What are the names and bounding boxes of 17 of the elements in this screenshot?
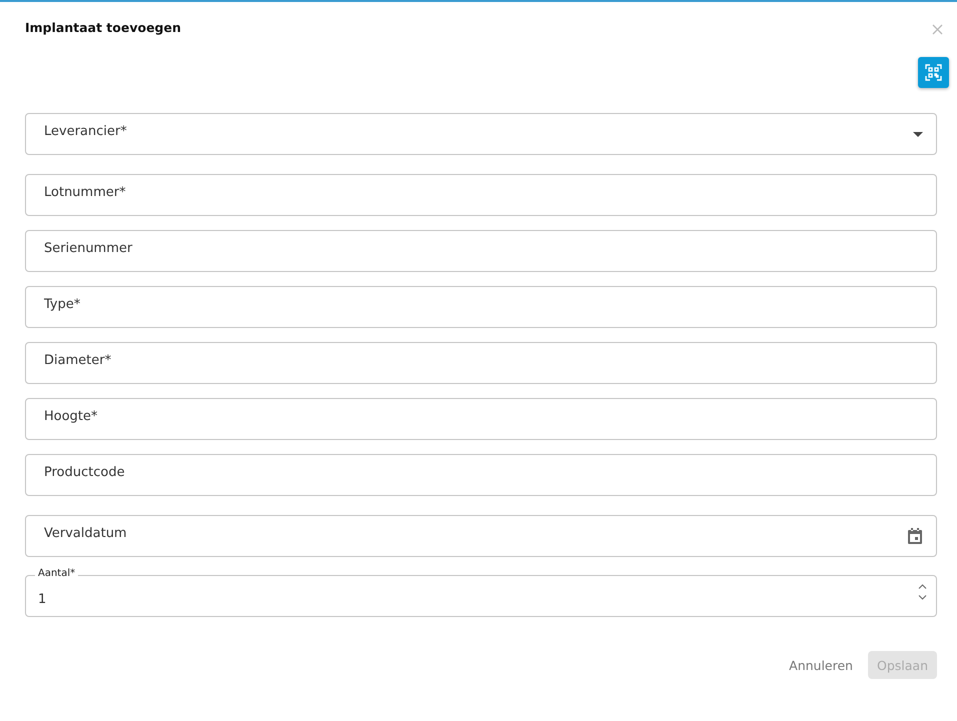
input-field[interactable]: Productcode — [25, 454, 937, 496]
input-field[interactable]: Serienummer — [25, 230, 937, 272]
caret-icon — [913, 132, 923, 136]
dialog-title: Implantaat toevoegen — [25, 19, 181, 35]
qr-code-icon — [925, 64, 942, 81]
input-field[interactable]: Lotnummer* — [25, 174, 937, 216]
cancel-button[interactable]: Annuleren — [780, 651, 862, 679]
input-field[interactable]: Type* — [25, 286, 937, 328]
input-field[interactable]: Diameter* — [25, 342, 937, 384]
date-field[interactable]: Vervaldatum — [25, 515, 937, 557]
decrement-icon[interactable] — [918, 595, 927, 600]
number-field[interactable]: 1 — [25, 575, 937, 617]
input-field[interactable]: Hoogte* — [25, 398, 937, 440]
qr-scan-button[interactable] — [918, 57, 949, 88]
increment-icon[interactable] — [918, 584, 927, 589]
select-field[interactable]: Leverancier* — [25, 113, 937, 155]
calendar-icon[interactable] — [907, 527, 923, 545]
